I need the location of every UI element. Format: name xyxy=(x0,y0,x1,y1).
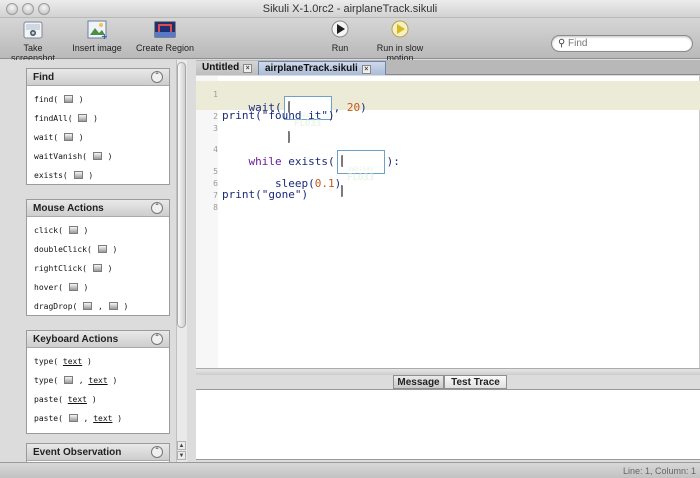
insert-image-icon: + xyxy=(87,20,108,40)
tab-test-trace[interactable]: Test Trace xyxy=(444,375,507,389)
code-line-1: wait(AWE1549 FLO33, 20) xyxy=(222,83,367,143)
tab-airplanetrack[interactable]: airplaneTrack.sikuli × xyxy=(258,61,386,75)
image-placeholder-icon xyxy=(92,264,102,272)
line-number: 6 xyxy=(213,179,218,188)
insert-image-label: Insert image xyxy=(72,43,122,53)
cmd-type-text[interactable]: type( text ) xyxy=(27,352,169,371)
status-bar: Line: 1, Column: 1 xyxy=(0,462,700,478)
message-console[interactable] xyxy=(196,389,700,460)
insert-image-button[interactable]: + Insert image xyxy=(70,20,124,53)
find-panel-header[interactable]: Find ˆ xyxy=(27,69,169,86)
line-number: 5 xyxy=(213,167,218,176)
image-placeholder-icon xyxy=(83,302,93,310)
cmd-paste-image-text[interactable]: paste( , text ) xyxy=(27,409,169,428)
code-line-2: print("found it") xyxy=(222,109,335,122)
image-placeholder-icon xyxy=(63,133,73,141)
mouse-panel-header[interactable]: Mouse Actions ˆ xyxy=(27,200,169,217)
find-panel: Find ˆ find( ) findAll( ) wait( ) waitVa… xyxy=(26,68,170,185)
image-placeholder-icon xyxy=(73,171,83,179)
sidebar-scrollbar-thumb[interactable] xyxy=(177,62,186,328)
run-slow-motion-button[interactable]: Run in slow motion xyxy=(365,20,435,63)
screenshot-capture-thumbnail[interactable]: AWE1549 FLO33 xyxy=(336,150,385,197)
cmd-find[interactable]: find( ) xyxy=(27,90,169,109)
cmd-waitvanish[interactable]: waitVanish( ) xyxy=(27,147,169,166)
line-number: 7 xyxy=(213,191,218,200)
collapse-find-icon[interactable]: ˆ xyxy=(151,71,163,83)
run-button[interactable]: Run xyxy=(325,20,355,53)
image-placeholder-icon xyxy=(68,283,78,291)
image-placeholder-icon xyxy=(63,376,73,384)
cmd-type-image-text[interactable]: type( , text ) xyxy=(27,371,169,390)
image-placeholder-icon xyxy=(78,114,88,122)
line-number: 8 xyxy=(213,203,218,212)
collapse-mouse-icon[interactable]: ˆ xyxy=(151,202,163,214)
line-number: 1 xyxy=(213,90,218,99)
tab-untitled[interactable]: Untitled × xyxy=(196,61,258,75)
cmd-click[interactable]: click( ) xyxy=(27,221,169,240)
search-icon: ⚲ xyxy=(558,38,566,49)
code-editor[interactable]: 1 2 3 4 5 6 7 8 wait(AWE1549 FLO33, 20) p… xyxy=(196,76,700,368)
line-number: 3 xyxy=(213,124,218,133)
cmd-wait[interactable]: wait( ) xyxy=(27,128,169,147)
cursor-position: Line: 1, Column: 1 xyxy=(622,466,696,476)
close-tab-icon[interactable]: × xyxy=(361,65,371,74)
image-placeholder-icon xyxy=(63,95,73,103)
event-panel: Event Observation ˆ xyxy=(26,443,170,462)
image-placeholder-icon xyxy=(92,152,102,160)
tab-message[interactable]: Message xyxy=(393,375,444,389)
code-line-7: print("gone") xyxy=(222,188,309,201)
close-tab-icon[interactable]: × xyxy=(243,64,253,73)
camera-icon xyxy=(23,21,43,39)
editor-tabs: Untitled × airplaneTrack.sikuli × xyxy=(196,60,700,75)
command-sidebar: Find ˆ find( ) findAll( ) wait( ) waitVa… xyxy=(0,60,188,462)
title-bar: Sikuli X-1.0rc2 - airplaneTrack.sikuli xyxy=(0,0,700,18)
mouse-panel-title: Mouse Actions xyxy=(33,203,104,214)
collapse-event-icon[interactable]: ˆ xyxy=(151,446,163,458)
keyboard-panel: Keyboard Actions ˆ type( text ) type( , … xyxy=(26,330,170,434)
cmd-findall[interactable]: findAll( ) xyxy=(27,109,169,128)
svg-text:+: + xyxy=(101,32,108,40)
create-region-label: Create Region xyxy=(135,43,195,53)
take-screenshot-button[interactable]: Take screenshot xyxy=(2,20,64,63)
minimize-window-button[interactable] xyxy=(22,3,34,15)
search-field[interactable]: ⚲ xyxy=(551,35,693,52)
scroll-up-icon[interactable]: ▲ xyxy=(177,441,186,450)
zoom-window-button[interactable] xyxy=(38,3,50,15)
find-panel-title: Find xyxy=(33,72,55,83)
close-window-button[interactable] xyxy=(6,3,18,15)
cmd-paste-text[interactable]: paste( text ) xyxy=(27,390,169,409)
toolbar: Take screenshot + Insert image Create Re… xyxy=(0,18,700,63)
scroll-down-icon[interactable]: ▼ xyxy=(177,451,186,460)
event-panel-header[interactable]: Event Observation ˆ xyxy=(27,444,169,461)
run-label: Run xyxy=(331,43,349,53)
create-region-button[interactable]: Create Region xyxy=(130,20,200,53)
pane-splitter[interactable] xyxy=(196,368,700,375)
cmd-exists[interactable]: exists( ) xyxy=(27,166,169,185)
line-number: 4 xyxy=(213,145,218,154)
cmd-doubleclick[interactable]: doubleClick( ) xyxy=(27,240,169,259)
keyboard-panel-title: Keyboard Actions xyxy=(33,334,119,345)
cmd-rightclick[interactable]: rightClick( ) xyxy=(27,259,169,278)
mouse-panel: Mouse Actions ˆ click( ) doubleClick( ) … xyxy=(26,199,170,316)
image-placeholder-icon xyxy=(68,414,78,422)
console-tabs: Message Test Trace xyxy=(196,375,700,389)
create-region-icon xyxy=(154,21,176,38)
run-icon xyxy=(331,20,349,38)
keyboard-panel-header[interactable]: Keyboard Actions ˆ xyxy=(27,331,169,348)
image-placeholder-icon xyxy=(97,245,107,253)
collapse-keyboard-icon[interactable]: ˆ xyxy=(151,333,163,345)
window-title: Sikuli X-1.0rc2 - airplaneTrack.sikuli xyxy=(262,3,438,15)
search-input[interactable] xyxy=(568,37,686,50)
cmd-hover[interactable]: hover( ) xyxy=(27,278,169,297)
cmd-dragdrop[interactable]: dragDrop( , ) xyxy=(27,297,169,316)
image-placeholder-icon xyxy=(108,302,118,310)
image-placeholder-icon xyxy=(68,226,78,234)
run-slow-icon xyxy=(391,20,409,38)
event-panel-title: Event Observation xyxy=(33,447,122,458)
line-number: 2 xyxy=(213,112,218,121)
